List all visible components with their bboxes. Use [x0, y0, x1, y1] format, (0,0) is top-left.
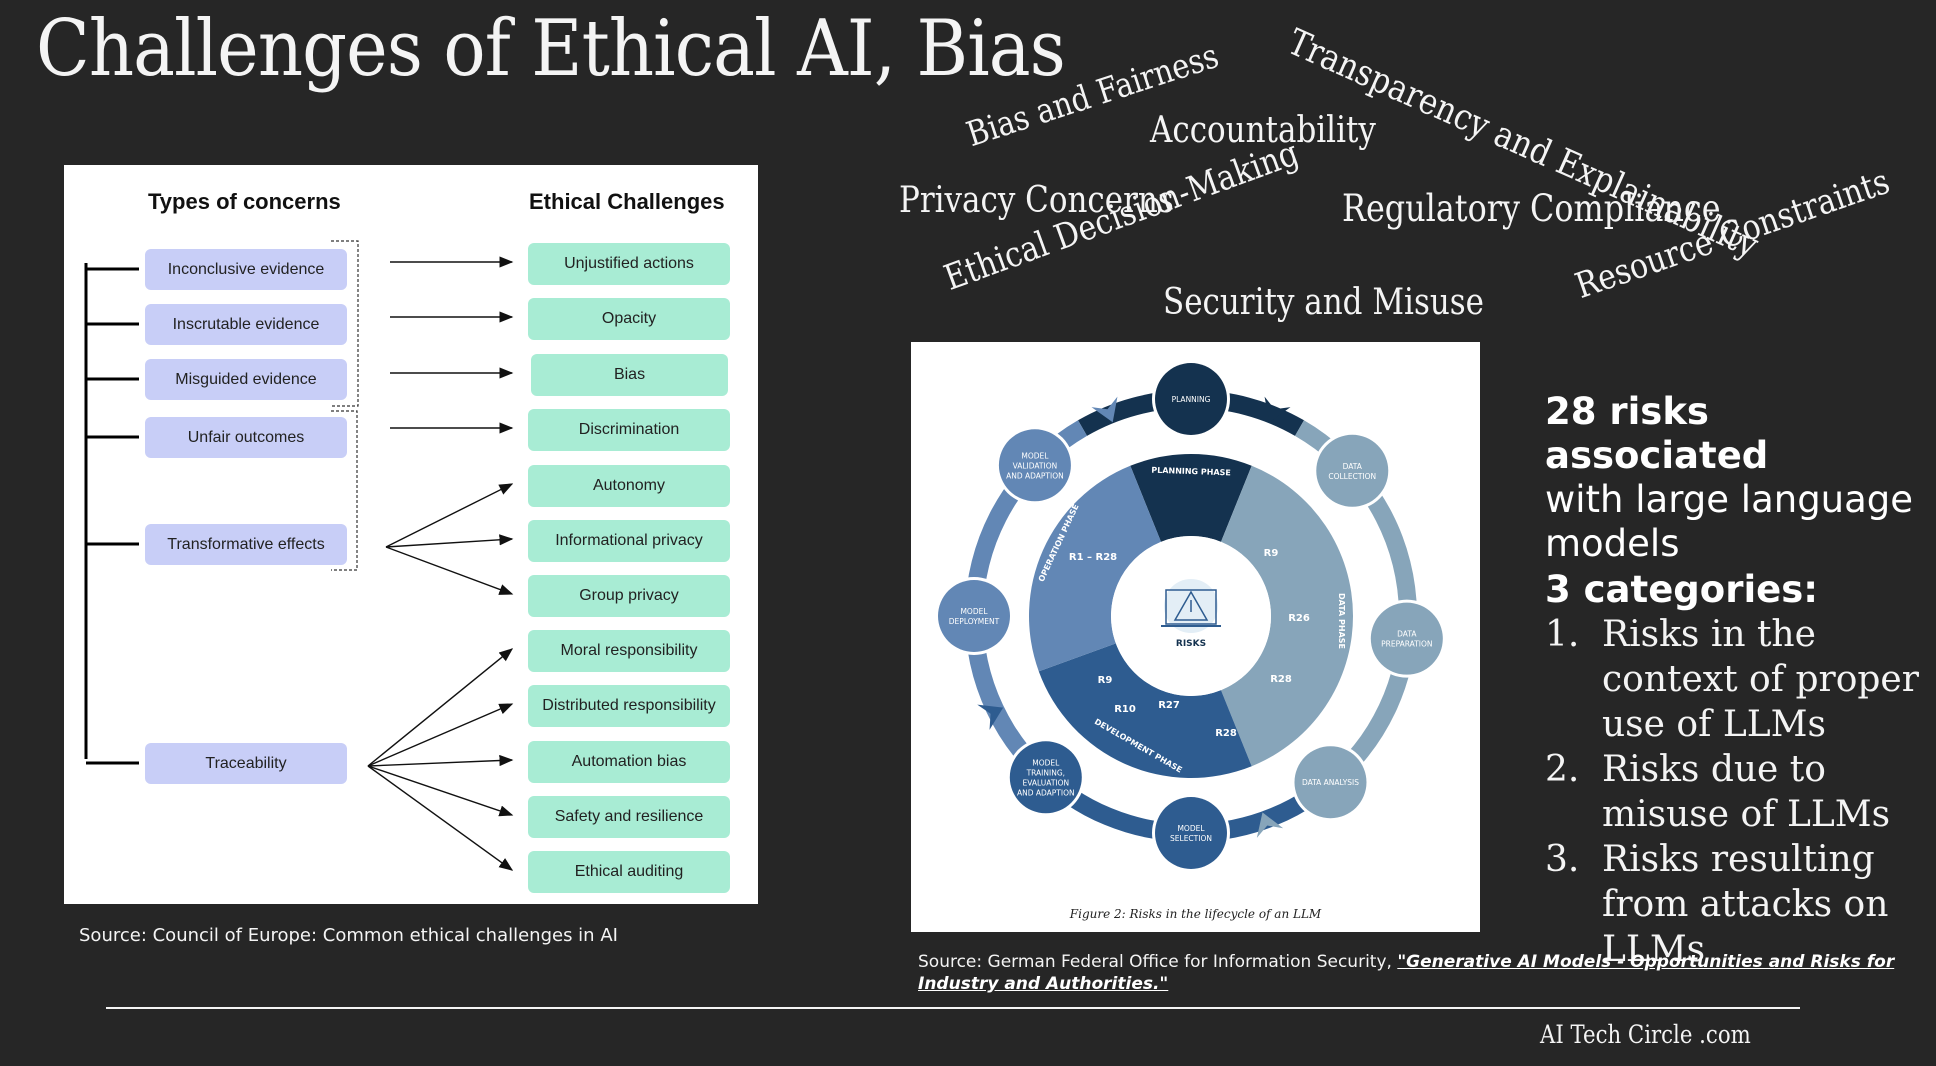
challenge-informational-privacy: Informational privacy [528, 520, 730, 562]
category-text: Risks in the context of proper use of LL… [1602, 614, 1919, 745]
stage-label: DATA [1397, 630, 1417, 639]
llm-lifecycle-figure: RISKS PLANNING PHASE DATA PHASE DEVELOPMENT… [911, 342, 1480, 932]
risks-headline: 28 risks associated with large language … [1545, 390, 1925, 566]
challenges-heading: Ethical Challenges [529, 189, 725, 214]
cloud-word-security: Security and Misuse [1163, 282, 1484, 323]
category-text: Risks due to misuse of LLMs [1602, 749, 1891, 835]
risk-label: R9 [1264, 548, 1279, 559]
stage-circle [1155, 797, 1227, 869]
stage-label: COLLECTION [1328, 472, 1376, 481]
stage-circle [938, 580, 1010, 652]
challenge-discrimination: Discrimination [528, 409, 730, 451]
challenge-ethical-auditing: Ethical auditing [528, 851, 730, 893]
risk-label: R9 [1098, 675, 1113, 686]
footer-divider [106, 1007, 1800, 1009]
connector-arrow [385, 483, 514, 548]
stage-label: PREPARATION [1381, 640, 1432, 649]
category-number: 2. [1545, 749, 1580, 790]
connector-arrow [367, 648, 514, 767]
stage-label: TRAINING, [1026, 768, 1065, 777]
stage-label: VALIDATION [1013, 461, 1058, 470]
categories-heading: 3 categories: [1545, 568, 1819, 611]
risk-label: R1 – R28 [1069, 552, 1117, 563]
risk-label: R28 [1270, 674, 1292, 685]
stage-label: MODEL [960, 607, 988, 616]
figure-caption: Figure 2: Risks in the lifecycle of an L… [1069, 907, 1322, 921]
risk-label: R26 [1288, 613, 1310, 624]
challenge-moral-responsibility: Moral responsibility [528, 630, 730, 672]
concern-inconclusive-evidence: Inconclusive evidence [145, 249, 347, 290]
concerns-heading: Types of concerns [148, 189, 341, 214]
category-item: 1. Risks in the context of proper use of … [1545, 612, 1936, 747]
connector-arrow [385, 534, 514, 548]
connector-arrow [367, 703, 514, 767]
risks-headline-rest: with large language models [1545, 478, 1914, 565]
stage-label: AND ADAPTION [1017, 788, 1075, 797]
challenge-group-privacy: Group privacy [528, 575, 730, 617]
challenge-distributed-responsibility: Distributed responsibility [528, 685, 730, 727]
right-source-prefix: Source: German Federal Office for Inform… [918, 952, 1398, 972]
stage-label: MODEL [1021, 451, 1049, 460]
slide-title: Challenges of Ethical AI, Bias [36, 4, 1066, 94]
concern-inscrutable-evidence: Inscrutable evidence [145, 304, 347, 345]
connector-arrow [367, 765, 514, 871]
left-source-caption: Source: Council of Europe: Common ethica… [79, 925, 618, 946]
stage-label: DEPLOYMENT [949, 617, 1000, 626]
ethical-challenges-diagram: Types of concerns Ethical Challenges Inc… [64, 165, 758, 904]
stage-label: AND ADAPTION [1006, 471, 1064, 480]
connector-arrow [385, 546, 514, 595]
concern-transformative-effects: Transformative effects [145, 524, 347, 565]
right-source-caption: Source: German Federal Office for Inform… [918, 951, 1918, 995]
concern-misguided-evidence: Misguided evidence [145, 359, 347, 400]
risk-label: R10 [1114, 704, 1136, 715]
cloud-word-regulatory: Regulatory Compliance [1342, 187, 1721, 230]
challenge-opacity: Opacity [528, 298, 730, 340]
connector-arrow [367, 754, 514, 767]
concern-unfair-outcomes: Unfair outcomes [145, 417, 347, 458]
stage-label: MODEL [1177, 824, 1205, 833]
connector-arrow [367, 765, 514, 817]
concern-traceability: Traceability [145, 743, 347, 784]
challenge-unjustified-actions: Unjustified actions [528, 243, 730, 285]
stage-label: DATA ANALYSIS [1302, 778, 1359, 787]
risk-label: R27 [1158, 700, 1180, 711]
challenge-autonomy: Autonomy [528, 465, 730, 507]
stage-label: DATA [1343, 462, 1363, 471]
categories-list: 1. Risks in the context of proper use of … [1545, 612, 1936, 972]
stage-label: EVALUATION [1022, 778, 1069, 787]
stage-label: SELECTION [1170, 834, 1212, 843]
phase-label-data: DATA PHASE [1337, 593, 1346, 649]
risks-headline-bold: 28 risks associated [1545, 390, 1769, 477]
stage-label: PLANNING [1172, 395, 1211, 404]
challenge-automation-bias: Automation bias [528, 741, 730, 783]
challenge-safety-resilience: Safety and resilience [528, 796, 730, 838]
stage-label: MODEL [1032, 758, 1060, 767]
risk-label: R28 [1215, 728, 1237, 739]
center-label: RISKS [1176, 639, 1206, 649]
brand-footer: AI Tech Circle .com [1540, 1020, 1751, 1049]
lifecycle-diagram: RISKSPLANNING PHASEDATA PHASEDEVELOPMENT… [935, 360, 1446, 872]
category-item: 2. Risks due to misuse of LLMs [1545, 747, 1936, 837]
category-number: 1. [1545, 614, 1580, 655]
challenge-bias: Bias [531, 354, 728, 396]
